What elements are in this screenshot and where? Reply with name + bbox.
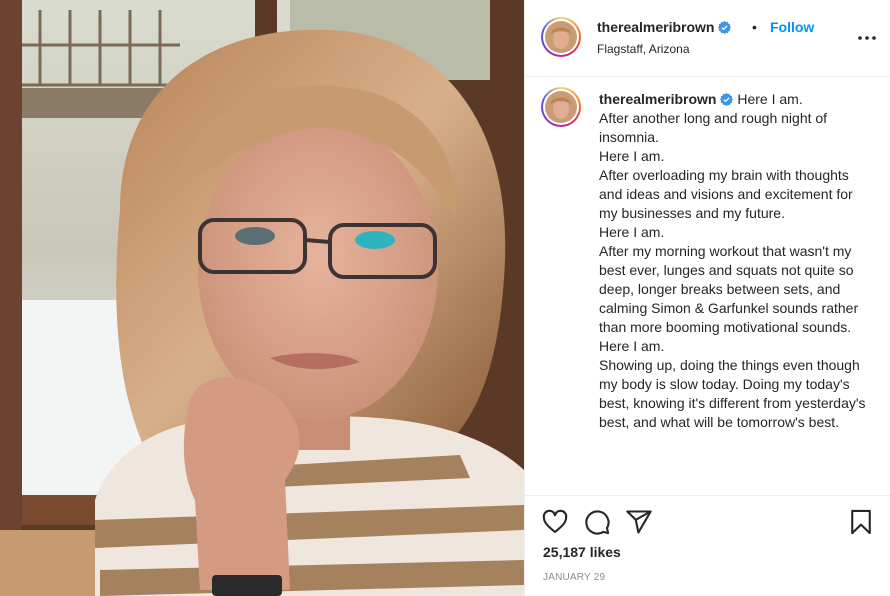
caption-username-link[interactable]: therealmeribrown [599,91,734,107]
caption-line: Here I am. [599,224,665,240]
caption-section: therealmeribrown Here I am. After anothe… [525,77,890,496]
likes-count[interactable]: 25,187 likes [543,544,621,560]
caption-line: After another long and rough night of in… [599,110,828,145]
instagram-post: therealmeribrown • Follow Flagstaff, Ari… [0,0,890,596]
post-side-panel: therealmeribrown • Follow Flagstaff, Ari… [524,0,890,596]
heart-icon[interactable] [541,508,569,536]
caption-avatar[interactable] [541,87,581,127]
profile-avatar[interactable] [541,17,581,57]
verified-badge-icon [720,93,734,106]
selfie-image [0,0,524,596]
location-link[interactable]: Flagstaff, Arizona [597,42,690,56]
comment-icon[interactable] [583,508,611,536]
caption-line: After overloading my brain with thoughts… [599,167,853,221]
caption-line: Here I am. [599,148,665,164]
separator-dot: • [752,19,757,35]
caption-line: Here I am. [737,91,803,107]
post-actions: 25,187 likes JANUARY 29 [525,496,890,596]
post-date[interactable]: JANUARY 29 [543,572,605,583]
post-header: therealmeribrown • Follow Flagstaff, Ari… [525,0,890,77]
verified-badge-icon [718,21,732,34]
bookmark-icon[interactable] [847,508,875,536]
follow-button[interactable]: Follow [770,19,814,35]
share-icon[interactable] [625,508,653,536]
caption-line: Showing up, doing the things even though… [599,357,866,430]
more-options-icon[interactable] [855,28,879,48]
caption-line: After my morning workout that wasn't my … [599,243,859,335]
header-username-link[interactable]: therealmeribrown [597,19,732,35]
post-photo[interactable] [0,0,524,596]
caption-text: therealmeribrown Here I am. After anothe… [599,90,874,432]
caption-line: Here I am. [599,338,665,354]
